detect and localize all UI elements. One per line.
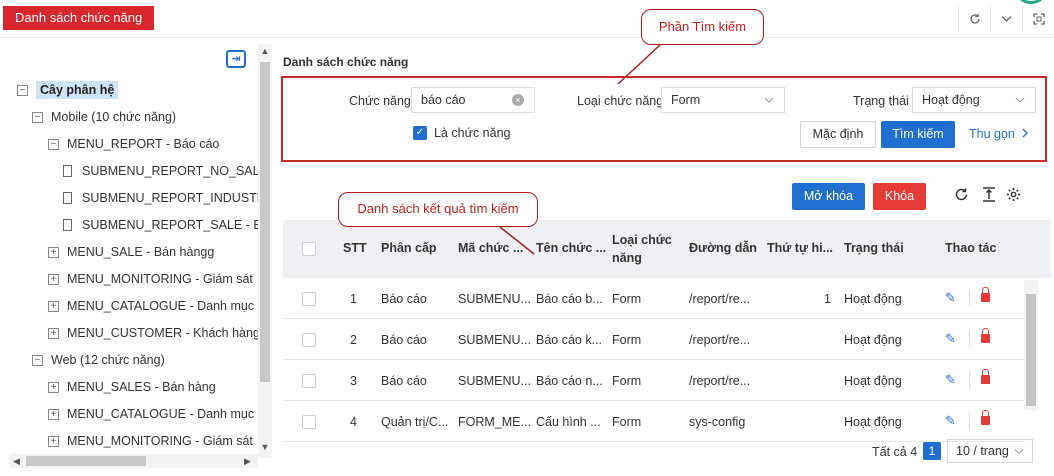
search-callout-pointer [617,44,661,85]
result-callout-pointer [499,226,535,255]
result-list-callout: Danh sách kết quả tìm kiếm [338,192,538,227]
callout-pointers [499,44,661,255]
search-area-callout: Phần Tìm kiếm [641,9,764,45]
